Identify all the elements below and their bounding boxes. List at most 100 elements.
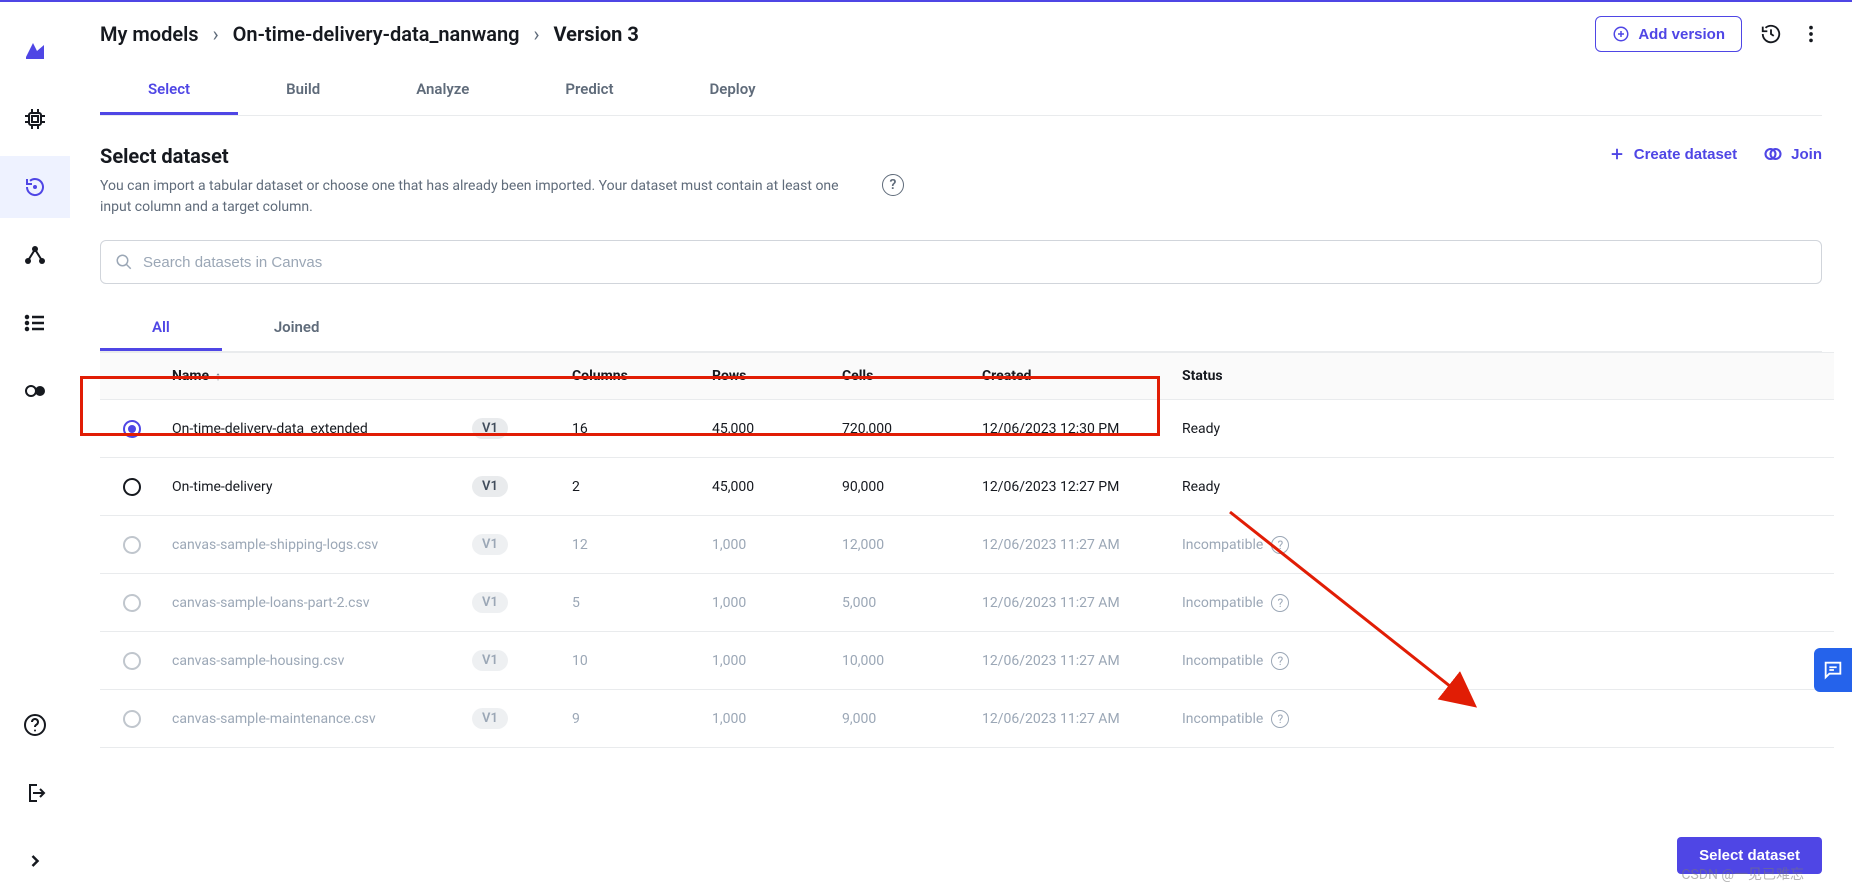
row-columns: 10: [572, 653, 712, 669]
status-help-icon[interactable]: ?: [1271, 710, 1289, 728]
row-created: 12/06/2023 12:27 PM: [982, 479, 1182, 495]
row-created: 12/06/2023 11:27 AM: [982, 595, 1182, 611]
chevron-right-icon: ›: [534, 22, 540, 46]
status-help-icon[interactable]: ?: [1271, 594, 1289, 612]
col-columns[interactable]: Columns: [572, 368, 712, 384]
col-created[interactable]: Created: [982, 368, 1182, 384]
col-cells[interactable]: Cells: [842, 368, 982, 384]
tab-analyze[interactable]: Analyze: [368, 70, 517, 115]
row-columns: 16: [572, 421, 712, 437]
top-tabs: Select Build Analyze Predict Deploy: [100, 70, 1822, 116]
row-radio: [123, 652, 141, 670]
watermark: CSDN @一见已难忘: [1681, 864, 1804, 884]
row-status: Incompatible ?: [1182, 536, 1402, 554]
row-status: Incompatible ?: [1182, 594, 1402, 612]
sidebar-item-graph[interactable]: [0, 224, 70, 286]
add-version-label: Add version: [1638, 26, 1725, 43]
sidebar-item-expand[interactable]: [0, 830, 70, 892]
join-button[interactable]: Join: [1763, 144, 1822, 164]
version-badge: V1: [472, 418, 508, 439]
chevron-right-icon: ›: [213, 22, 219, 46]
row-rows: 1,000: [712, 711, 842, 727]
version-badge: V1: [472, 592, 508, 613]
row-columns: 5: [572, 595, 712, 611]
breadcrumb-root[interactable]: My models: [100, 22, 199, 46]
col-status[interactable]: Status: [1182, 368, 1402, 384]
row-rows: 1,000: [712, 653, 842, 669]
history-icon[interactable]: [1760, 23, 1782, 45]
tab-select[interactable]: Select: [100, 70, 238, 115]
col-name[interactable]: Name↑: [172, 368, 472, 384]
version-badge: V1: [472, 476, 508, 497]
sidebar-item-logout[interactable]: [0, 762, 70, 824]
row-status: Incompatible ?: [1182, 710, 1402, 728]
row-cells: 5,000: [842, 595, 982, 611]
search-input[interactable]: [133, 254, 1807, 271]
sub-tabs: All Joined: [100, 308, 1822, 352]
col-rows[interactable]: Rows: [712, 368, 842, 384]
dataset-table[interactable]: Name↑ Columns Rows Cells Created Status …: [100, 352, 1834, 892]
row-columns: 12: [572, 537, 712, 553]
main-content: My models › On-time-delivery-data_nanwan…: [70, 2, 1852, 892]
add-version-button[interactable]: Add version: [1595, 16, 1742, 52]
sidebar-logo[interactable]: [0, 20, 70, 82]
row-name: On-time-delivery: [172, 479, 472, 495]
row-status: Ready: [1182, 479, 1402, 495]
row-radio[interactable]: [123, 478, 141, 496]
table-row[interactable]: On-time-delivery V1 2 45,000 90,000 12/0…: [100, 458, 1834, 516]
row-rows: 45,000: [712, 479, 842, 495]
sort-asc-icon: ↑: [215, 369, 221, 383]
sidebar-item-chip[interactable]: [0, 88, 70, 150]
more-icon[interactable]: [1800, 23, 1822, 45]
create-dataset-label: Create dataset: [1634, 146, 1737, 163]
version-badge: V1: [472, 708, 508, 729]
row-name: canvas-sample-shipping-logs.csv: [172, 537, 472, 553]
sidebar-item-refresh[interactable]: [0, 156, 70, 218]
breadcrumb: My models › On-time-delivery-data_nanwan…: [100, 22, 639, 46]
chat-icon[interactable]: [1814, 648, 1852, 692]
help-icon[interactable]: ?: [882, 174, 904, 196]
table-row[interactable]: On-time-delivery-data_extended V1 16 45,…: [100, 400, 1834, 458]
row-rows: 45,000: [712, 421, 842, 437]
sub-tab-joined[interactable]: Joined: [222, 308, 372, 351]
table-row: canvas-sample-maintenance.csv V1 9 1,000…: [100, 690, 1834, 748]
row-cells: 12,000: [842, 537, 982, 553]
row-columns: 9: [572, 711, 712, 727]
row-rows: 1,000: [712, 537, 842, 553]
row-name: canvas-sample-loans-part-2.csv: [172, 595, 472, 611]
sidebar-item-list[interactable]: [0, 292, 70, 354]
row-name: canvas-sample-housing.csv: [172, 653, 472, 669]
row-cells: 90,000: [842, 479, 982, 495]
row-created: 12/06/2023 11:27 AM: [982, 653, 1182, 669]
sidebar-item-toggle[interactable]: [0, 360, 70, 422]
breadcrumb-current: Version 3: [554, 22, 639, 46]
tab-deploy[interactable]: Deploy: [662, 70, 804, 115]
status-help-icon[interactable]: ?: [1271, 652, 1289, 670]
version-badge: V1: [472, 650, 508, 671]
row-created: 12/06/2023 11:27 AM: [982, 537, 1182, 553]
sub-tab-all[interactable]: All: [100, 308, 222, 351]
join-label: Join: [1791, 146, 1822, 163]
row-status: Incompatible ?: [1182, 652, 1402, 670]
search-box[interactable]: [100, 240, 1822, 284]
row-name: canvas-sample-maintenance.csv: [172, 711, 472, 727]
row-status: Ready: [1182, 421, 1402, 437]
row-columns: 2: [572, 479, 712, 495]
row-created: 12/06/2023 12:30 PM: [982, 421, 1182, 437]
row-radio[interactable]: [123, 420, 141, 438]
sidebar-item-help[interactable]: [0, 694, 70, 756]
tab-predict[interactable]: Predict: [517, 70, 661, 115]
row-radio: [123, 594, 141, 612]
row-cells: 9,000: [842, 711, 982, 727]
status-help-icon[interactable]: ?: [1271, 536, 1289, 554]
table-row: canvas-sample-loans-part-2.csv V1 5 1,00…: [100, 574, 1834, 632]
row-name: On-time-delivery-data_extended: [172, 421, 472, 437]
row-created: 12/06/2023 11:27 AM: [982, 711, 1182, 727]
create-dataset-button[interactable]: Create dataset: [1608, 145, 1737, 163]
section-description: You can import a tabular dataset or choo…: [100, 176, 860, 218]
row-cells: 720,000: [842, 421, 982, 437]
breadcrumb-project[interactable]: On-time-delivery-data_nanwang: [233, 22, 520, 46]
version-badge: V1: [472, 534, 508, 555]
row-cells: 10,000: [842, 653, 982, 669]
tab-build[interactable]: Build: [238, 70, 368, 115]
